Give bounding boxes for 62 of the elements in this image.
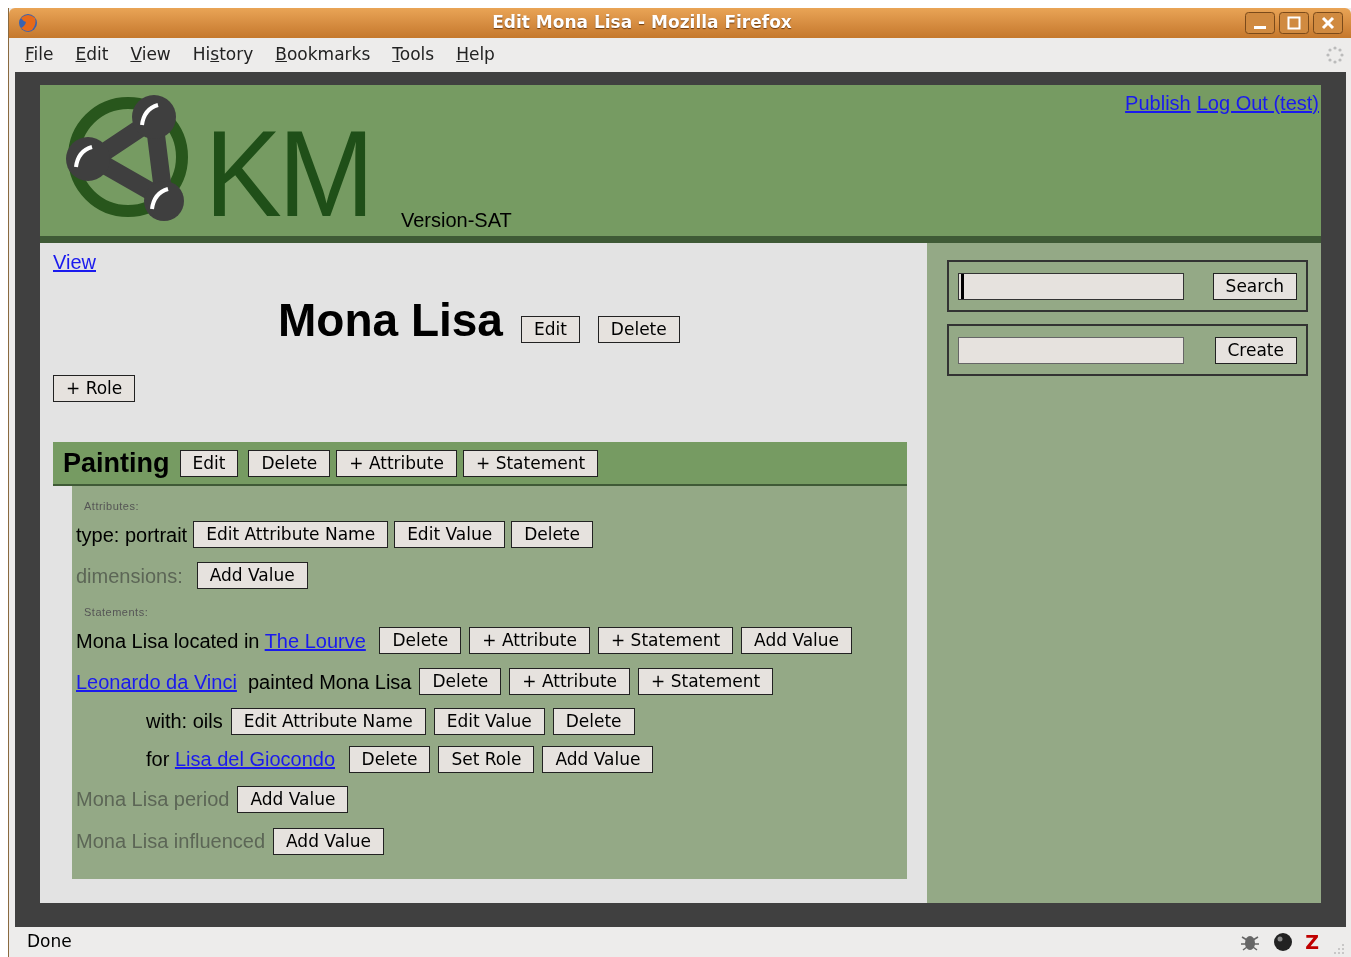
page-title: Mona Lisa bbox=[278, 293, 503, 347]
menu-item[interactable]: View bbox=[130, 42, 171, 68]
row-action-button[interactable]: Add Value bbox=[741, 627, 853, 654]
row-action-button[interactable]: Delete bbox=[511, 521, 593, 548]
row-action-button[interactable]: Delete bbox=[552, 707, 635, 735]
row-action-button[interactable]: Edit Value bbox=[394, 521, 506, 548]
version-label: Version-SAT bbox=[401, 208, 512, 233]
close-button[interactable] bbox=[1313, 12, 1343, 34]
row-action-button[interactable]: Edit Attribute Name bbox=[193, 521, 389, 548]
topic-button[interactable]: Edit bbox=[520, 316, 580, 343]
window-title: Edit Mona Lisa - Mozilla Firefox bbox=[491, 11, 793, 35]
resize-grip-icon[interactable] bbox=[1331, 941, 1345, 955]
row-action-button[interactable]: Add Value bbox=[196, 562, 308, 589]
row-action-button[interactable]: Add Value bbox=[273, 827, 384, 855]
sidebar-button[interactable]: Search bbox=[1212, 272, 1297, 300]
addon-button[interactable]: Z bbox=[1305, 927, 1319, 957]
statement-text: Mona Lisa influenced bbox=[76, 829, 265, 854]
row-action-button[interactable]: Delete bbox=[379, 627, 462, 654]
maximize-button[interactable] bbox=[1279, 12, 1309, 34]
view-link[interactable]: View bbox=[53, 251, 96, 273]
row-action-button[interactable]: Edit Value bbox=[433, 707, 545, 735]
statement-text: for Lisa del Giocondo bbox=[146, 747, 336, 772]
row-action-button[interactable]: Edit Attribute Name bbox=[230, 707, 426, 735]
row-action-button[interactable]: Delete bbox=[419, 668, 502, 695]
status-text: Done bbox=[27, 930, 73, 954]
attribute-text: dimensions: bbox=[76, 563, 183, 589]
section-button[interactable]: Edit bbox=[179, 449, 239, 477]
row-action-button[interactable]: Add Value bbox=[542, 745, 654, 773]
add-role-button[interactable]: + Role bbox=[53, 375, 136, 402]
loading-throbber-icon bbox=[1325, 45, 1345, 65]
group-label: Statements: bbox=[83, 605, 150, 620]
topic-button[interactable]: Delete bbox=[597, 316, 680, 343]
row-action-button[interactable]: + Statement bbox=[638, 668, 774, 695]
row-action-button[interactable]: + Statement bbox=[597, 627, 734, 654]
statement-text: Mona Lisa period bbox=[76, 787, 230, 812]
sphere-icon[interactable] bbox=[1273, 932, 1294, 952]
browser-logo-icon bbox=[17, 12, 39, 34]
menu-item[interactable]: File bbox=[25, 42, 54, 68]
section-button[interactable]: Delete bbox=[248, 449, 331, 477]
row-action-button[interactable]: + Attribute bbox=[469, 627, 590, 654]
menu-item[interactable]: Bookmarks bbox=[275, 42, 371, 68]
section-button[interactable]: + Attribute bbox=[336, 449, 457, 477]
row-action-button[interactable]: + Attribute bbox=[509, 668, 631, 695]
text-input-field[interactable] bbox=[958, 272, 1184, 300]
section-button[interactable]: + Statement bbox=[463, 449, 599, 477]
statement-text: with: oils bbox=[146, 709, 223, 734]
section-title: Painting bbox=[63, 446, 170, 480]
menu-item[interactable]: Help bbox=[456, 42, 495, 68]
sidebar-button[interactable]: Create bbox=[1214, 336, 1297, 364]
group-label: Attributes: bbox=[83, 499, 141, 514]
attribute-text: type: portrait bbox=[76, 522, 188, 548]
row-action-button[interactable]: Delete bbox=[348, 745, 431, 773]
statement-text: Mona Lisa located in The Lourve bbox=[76, 628, 367, 654]
logo-text: KM bbox=[204, 114, 371, 234]
menu-item[interactable]: History bbox=[192, 42, 254, 68]
row-action-button[interactable]: Set Role bbox=[438, 745, 535, 773]
text-input-field[interactable] bbox=[958, 336, 1184, 364]
minimize-button[interactable] bbox=[1245, 12, 1275, 34]
menu-item[interactable]: Tools bbox=[392, 42, 435, 68]
statement-text: Leonardo da Vinci painted Mona Lisa bbox=[76, 669, 412, 695]
menu-item[interactable]: Edit bbox=[75, 42, 109, 68]
row-action-button[interactable]: Add Value bbox=[237, 785, 349, 813]
